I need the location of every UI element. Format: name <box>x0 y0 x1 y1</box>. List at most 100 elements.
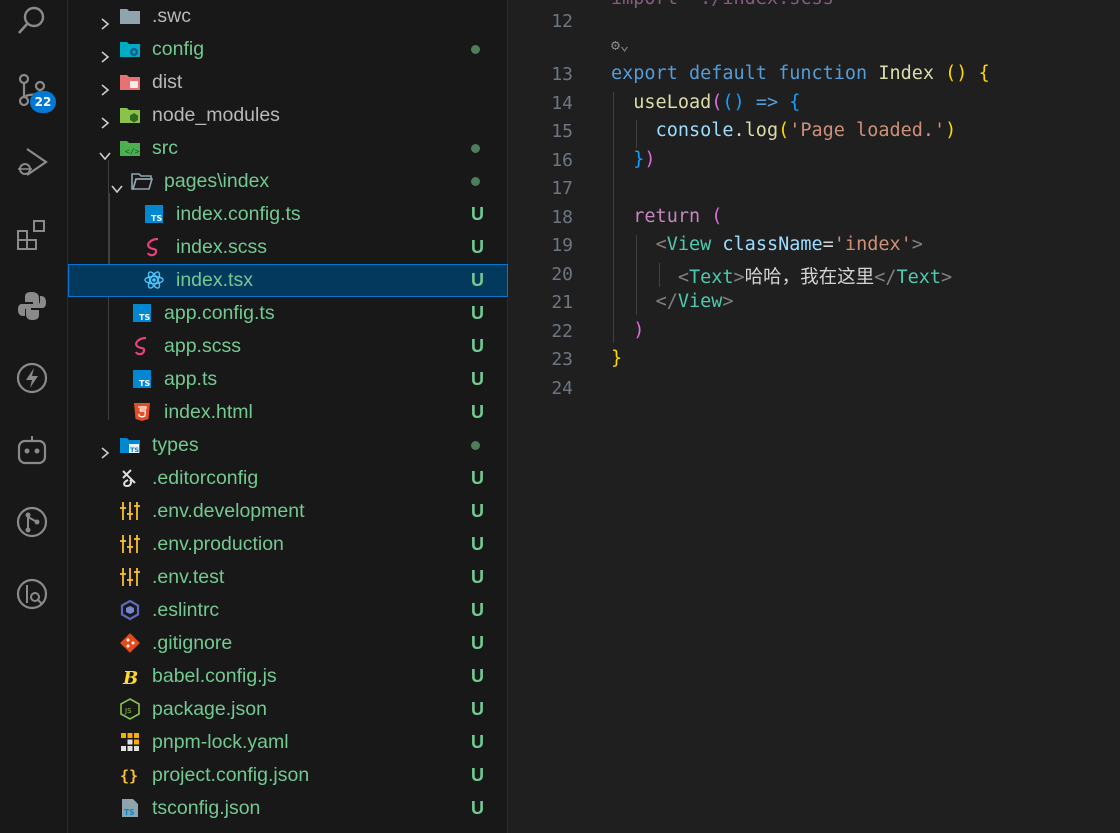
git-status-badge: U <box>471 270 484 290</box>
copilot-icon[interactable] <box>10 428 54 472</box>
code-line-14: useLoad(() => { <box>633 92 801 113</box>
explorer-row-label: app.scss <box>164 335 241 357</box>
explorer-row-label: dist <box>152 71 183 93</box>
line-number: 16 <box>551 150 573 171</box>
explorer-row[interactable]: .gitignore U <box>68 627 508 660</box>
explorer-row-label: pages\index <box>164 170 270 192</box>
chevron-right-icon[interactable] <box>98 75 112 96</box>
git-status-badge: U <box>471 237 484 257</box>
explorer-row[interactable]: .env.development U <box>68 495 508 528</box>
line-number: 24 <box>551 378 573 399</box>
explorer-row[interactable]: config <box>68 33 508 66</box>
git-status-badge: U <box>471 534 484 554</box>
explorer-row[interactable]: </> src <box>68 132 508 165</box>
explorer-row[interactable]: .editorconfig U <box>68 462 508 495</box>
chevron-down-icon[interactable] <box>98 141 112 161</box>
explorer-row[interactable]: pnpm-lock.yaml U <box>68 726 508 759</box>
svg-text:TS: TS <box>124 808 135 817</box>
chevron-right-icon[interactable] <box>98 108 112 129</box>
json-icon: {} <box>119 764 141 786</box>
folder-icon <box>119 5 141 27</box>
git-status-badge: U <box>471 336 484 356</box>
explorer-row-label: app.ts <box>164 368 218 390</box>
explorer-row-label: index.tsx <box>176 269 253 291</box>
search-icon[interactable] <box>10 0 54 44</box>
git-lens-icon[interactable] <box>10 572 54 616</box>
chevron-right-icon[interactable] <box>98 9 112 30</box>
explorer-row[interactable]: index.scss U <box>68 231 508 264</box>
code-editor[interactable]: import './index.scss' 12 13 14 15 16 17 18 19 20… <box>508 0 1120 833</box>
sass-icon <box>131 335 153 357</box>
folder-open-icon <box>131 170 154 192</box>
git-status-badge: U <box>471 303 484 323</box>
explorer-row-label: .eslintrc <box>152 599 220 621</box>
folder-node-icon <box>119 104 141 126</box>
line-number: 21 <box>551 292 573 313</box>
explorer-row[interactable]: index.html U <box>68 396 508 429</box>
sass-icon <box>143 236 165 258</box>
git-icon <box>119 632 141 654</box>
git-status-badge: U <box>471 204 484 224</box>
explorer-row[interactable]: TS app.ts U <box>68 363 508 396</box>
explorer-row[interactable]: .eslintrc U <box>68 594 508 627</box>
clipped-import-line: import './index.scss' <box>611 0 845 9</box>
git-status-badge: U <box>471 501 484 521</box>
explorer-row-label: node_modules <box>152 104 280 126</box>
explorer-row[interactable]: TS app.config.ts U <box>68 297 508 330</box>
pnpm-icon <box>119 731 141 753</box>
explorer-row-label: types <box>152 434 199 456</box>
git-status-badge: U <box>471 567 484 587</box>
explorer-row[interactable]: .env.production U <box>68 528 508 561</box>
activity-bar: 22 <box>0 0 68 833</box>
svg-text:</>: </> <box>125 147 140 156</box>
svg-text:{}: {} <box>120 767 138 785</box>
explorer-row-label: tsconfig.json <box>152 797 261 819</box>
run-debug-icon[interactable] <box>10 140 54 184</box>
git-status-badge: U <box>471 402 484 422</box>
explorer-row[interactable]: app.scss U <box>68 330 508 363</box>
explorer-row[interactable]: dist <box>68 66 508 99</box>
codelens-icon[interactable]: ⚙⌄ <box>611 36 629 54</box>
code-line-18: return ( <box>633 206 723 227</box>
folder-config-icon <box>119 38 141 60</box>
python-icon[interactable] <box>10 284 54 328</box>
code-line-21: </View> <box>655 291 734 312</box>
line-number: 20 <box>551 264 573 285</box>
explorer-row[interactable]: .swc <box>68 0 508 33</box>
explorer-row[interactable]: index.tsx U <box>68 264 508 297</box>
code-line-13: export default function Index () { <box>611 63 990 84</box>
nodejs-icon: JS <box>119 698 141 720</box>
explorer-row[interactable]: TS tsconfig.json U <box>68 792 508 825</box>
explorer-row[interactable]: TS index.config.ts U <box>68 198 508 231</box>
explorer-row[interactable]: pages\index <box>68 165 508 198</box>
git-status-badge: U <box>471 369 484 389</box>
svg-text:TS: TS <box>139 313 150 322</box>
explorer-row[interactable]: Bbabel.config.js U <box>68 660 508 693</box>
code-line-19: <View className='index'> <box>655 234 923 255</box>
explorer-row-label: app.config.ts <box>164 302 275 324</box>
git-graph-icon[interactable] <box>10 500 54 544</box>
source-control-badge: 22 <box>30 91 56 113</box>
tsconfig-icon: TS <box>119 797 141 819</box>
modified-dot-indicator <box>471 144 480 153</box>
explorer-row[interactable]: {} project.config.json U <box>68 759 508 792</box>
editorconfig-icon <box>119 467 141 489</box>
git-status-badge: U <box>471 666 484 686</box>
explorer-row[interactable]: JS package.json U <box>68 693 508 726</box>
chevron-right-icon[interactable] <box>98 42 112 63</box>
folder-types-icon: TS <box>119 434 141 456</box>
extensions-icon[interactable] <box>10 212 54 256</box>
explorer-row[interactable]: TS types <box>68 429 508 462</box>
explorer-row[interactable]: .env.test U <box>68 561 508 594</box>
explorer-row-label: project.config.json <box>152 764 310 786</box>
explorer-row[interactable]: node_modules <box>68 99 508 132</box>
code-line-15: console.log('Page loaded.') <box>655 120 957 141</box>
chevron-down-icon[interactable] <box>110 174 124 194</box>
env-icon <box>119 533 141 555</box>
html-icon <box>131 401 153 423</box>
modified-dot-indicator <box>471 45 480 54</box>
lightning-icon[interactable] <box>10 356 54 400</box>
svg-text:B: B <box>122 668 138 687</box>
chevron-right-icon[interactable] <box>98 438 112 459</box>
explorer-row-label: index.config.ts <box>176 203 301 225</box>
